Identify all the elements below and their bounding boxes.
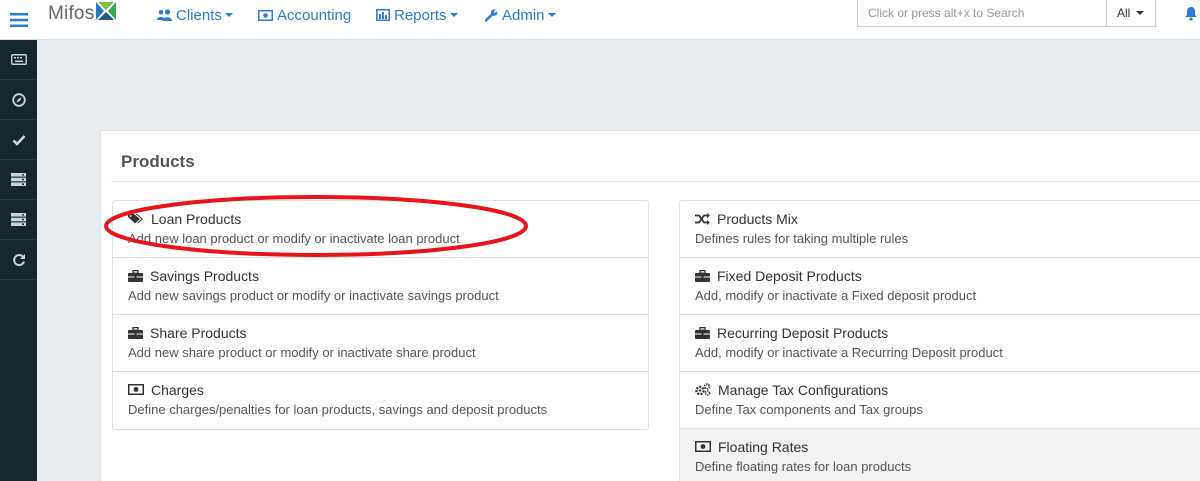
notifications-button[interactable]: [1184, 6, 1198, 26]
money-icon: [258, 9, 273, 21]
list-item-manage-tax-configurations[interactable]: Manage Tax Configurations Define Tax com…: [680, 372, 1200, 429]
list-item-loan-products[interactable]: Loan Products Add new loan product or mo…: [113, 201, 648, 258]
list-item-share-products[interactable]: Share Products Add new share product or …: [113, 315, 648, 372]
list-item-products-mix[interactable]: Products Mix Defines rules for taking mu…: [680, 201, 1200, 258]
sidebar-item-tasks[interactable]: [0, 120, 37, 160]
item-description: Add, modify or inactivate a Recurring De…: [695, 345, 1003, 360]
keyboard-icon: [10, 54, 27, 65]
list-item-floating-rates[interactable]: Floating Rates Define floating rates for…: [680, 429, 1200, 481]
check-icon: [12, 134, 25, 146]
item-title: Recurring Deposit Products: [717, 324, 889, 341]
tags-icon: [128, 214, 143, 224]
search-input[interactable]: [857, 0, 1107, 27]
sidebar-item-keyboard[interactable]: [0, 40, 37, 80]
item-title: Products Mix: [717, 210, 798, 227]
search-scope-value: All: [1117, 6, 1131, 20]
wrench-icon: [485, 8, 498, 22]
brand-logo[interactable]: Mifos: [48, 2, 117, 26]
nav-admin[interactable]: Admin: [485, 6, 556, 24]
item-title: Fixed Deposit Products: [717, 267, 862, 284]
server-icon: [11, 213, 26, 226]
nav-clients-label: Clients: [176, 6, 222, 24]
sidebar: [0, 40, 37, 481]
compass-icon: [11, 92, 26, 107]
item-description: Add new savings product or modify or ina…: [128, 288, 499, 303]
chevron-down-icon: [1136, 11, 1145, 15]
briefcase-icon: [128, 269, 143, 282]
item-title: Savings Products: [150, 267, 259, 284]
products-panel: Products Loan Products Add new loan prod…: [100, 130, 1200, 481]
item-title: Charges: [151, 381, 204, 398]
nav-accounting-label: Accounting: [277, 6, 352, 24]
nav-clients[interactable]: Clients: [157, 6, 233, 24]
chevron-down-icon: [224, 13, 233, 17]
sidebar-item-collections[interactable]: [0, 160, 37, 200]
server-icon: [11, 173, 26, 186]
item-description: Add, modify or inactivate a Fixed deposi…: [695, 288, 977, 303]
item-description: Add new loan product or modify or inacti…: [128, 231, 460, 246]
random-icon: [695, 212, 710, 225]
page-title: Products: [121, 152, 195, 171]
item-description: Define Tax components and Tax groups: [695, 402, 923, 417]
item-description: Add new share product or modify or inact…: [128, 345, 476, 360]
sidebar-item-navigation[interactable]: [0, 80, 37, 120]
sidebar-item-refresh[interactable]: [0, 240, 37, 280]
nav-reports[interactable]: Reports: [376, 6, 458, 24]
item-title: Manage Tax Configurations: [718, 381, 889, 398]
item-title: Loan Products: [151, 210, 242, 227]
users-icon: [157, 8, 172, 21]
brand-name: Mifos: [48, 3, 95, 24]
list-item-charges[interactable]: Charges Define charges/penalties for loa…: [113, 372, 648, 429]
divider: [111, 181, 1200, 182]
nav-accounting[interactable]: Accounting: [258, 6, 351, 24]
chevron-down-icon: [547, 13, 556, 17]
sidebar-item-bulk[interactable]: [0, 200, 37, 240]
menu-toggle-button[interactable]: [0, 0, 37, 40]
item-title: Share Products: [150, 324, 247, 341]
refresh-icon: [12, 253, 25, 266]
top-navbar: Mifos Clients Accounting Reports Admin C…: [0, 0, 1200, 40]
item-description: Defines rules for taking multiple rules: [695, 231, 909, 246]
bell-icon: [1185, 7, 1197, 21]
briefcase-icon: [695, 269, 710, 282]
money-icon: [128, 384, 144, 395]
list-item-fixed-deposit-products[interactable]: Fixed Deposit Products Add, modify or in…: [680, 258, 1200, 315]
mifos-x-logo-icon: [96, 2, 117, 26]
cogs-icon: [695, 383, 711, 396]
item-description: Define floating rates for loan products: [695, 459, 912, 474]
briefcase-icon: [695, 326, 710, 339]
search-scope-select[interactable]: All: [1106, 0, 1156, 27]
item-title: Floating Rates: [718, 438, 809, 455]
hamburger-icon: [9, 13, 28, 27]
bar-chart-icon: [376, 9, 390, 21]
briefcase-icon: [128, 326, 143, 339]
products-list-left: Loan Products Add new loan product or mo…: [112, 200, 649, 430]
money-icon: [695, 441, 711, 452]
products-list-right: Products Mix Defines rules for taking mu…: [679, 200, 1200, 481]
nav-reports-label: Reports: [394, 6, 447, 24]
chevron-down-icon: [449, 13, 458, 17]
nav-admin-label: Admin: [502, 6, 545, 24]
item-description: Define charges/penalties for loan produc…: [128, 402, 548, 417]
list-item-recurring-deposit-products[interactable]: Recurring Deposit Products Add, modify o…: [680, 315, 1200, 372]
list-item-savings-products[interactable]: Savings Products Add new savings product…: [113, 258, 648, 315]
